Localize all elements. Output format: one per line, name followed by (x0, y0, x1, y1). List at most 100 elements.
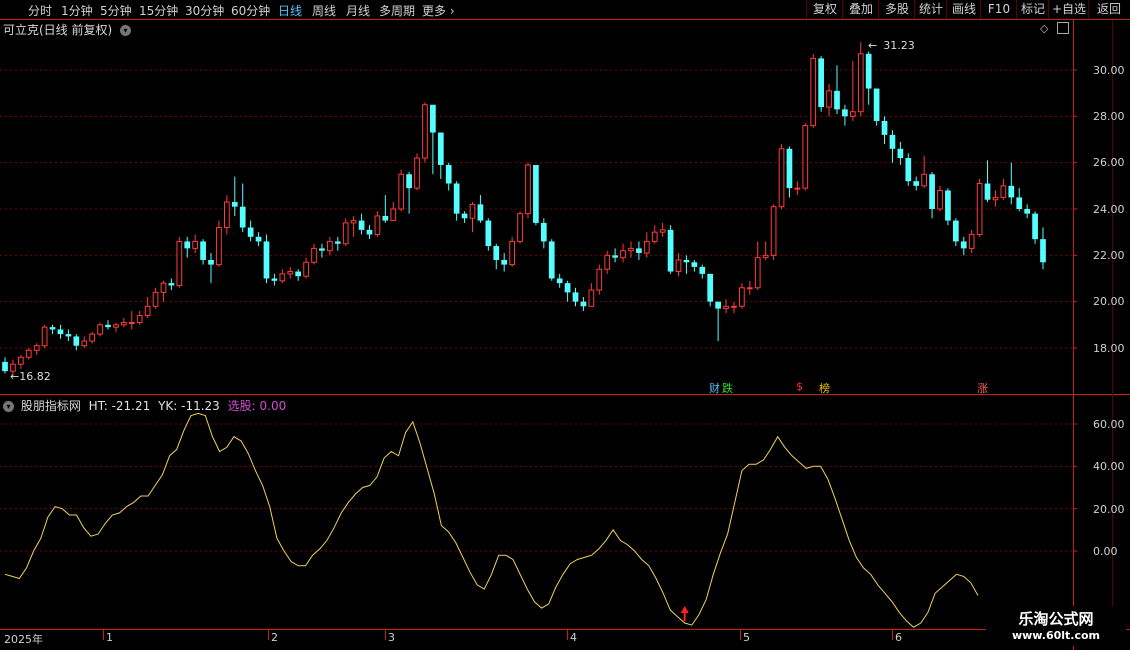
candle-body-down (319, 248, 325, 251)
candle-body-down (1040, 239, 1046, 263)
candle-body-down (334, 241, 341, 244)
candle-body-up (596, 268, 603, 291)
candle-body-down (501, 259, 508, 265)
candle-body-up (136, 315, 143, 324)
candle-body-down (865, 53, 872, 89)
y-tick-label: 18.00 (1093, 342, 1125, 355)
event-marker-drop[interactable]: 跌 (722, 380, 733, 396)
indicator-y-tick: 20.00 (1093, 503, 1125, 516)
candle-body-up (826, 90, 832, 108)
candle-body-down (453, 183, 460, 214)
candle-body-down (2, 361, 8, 372)
candle-body-down (960, 241, 967, 249)
candle-body-down (905, 158, 912, 182)
event-marker-finance[interactable]: 财 (709, 380, 720, 396)
candle-body-up (390, 208, 397, 222)
candle-body-up (152, 291, 159, 307)
candlestick-series (2, 42, 1046, 376)
candle-body-down (247, 227, 254, 237)
candle-body-down (445, 164, 452, 184)
candle-body-down (715, 301, 721, 309)
chevron-down-icon[interactable]: ▾ (3, 401, 14, 412)
buy-signal-arrow-head (680, 605, 689, 613)
indicator-y-tick: 40.00 (1093, 460, 1125, 473)
candle-body-up (937, 189, 943, 210)
indicator-title: ▾ 股朋指标网 HT: -21.21 YK: -11.23 选股: 0.00 (3, 397, 286, 414)
candle-body-down (271, 278, 278, 281)
candle-body-down (818, 58, 824, 108)
candle-body-up (303, 261, 309, 277)
candle-body-down (208, 259, 214, 265)
candle-body-up (857, 53, 864, 113)
candle-body-down (548, 241, 555, 279)
candle-body-down (540, 222, 547, 242)
event-marker-dollar[interactable]: $ (796, 380, 803, 393)
candle-body-up (327, 240, 333, 252)
x-tick-month: 3 (388, 631, 395, 644)
candle-body-down (239, 206, 246, 228)
x-tick-month: 6 (895, 631, 902, 644)
candle-body-down (612, 255, 618, 258)
y-tick-label: 26.00 (1093, 156, 1125, 169)
candle-body-up (33, 345, 40, 351)
candle-body-down (691, 262, 698, 267)
candle-body-down (358, 220, 365, 230)
candle-body-up (81, 340, 88, 347)
x-tick-month: 5 (743, 631, 750, 644)
y-tick-label: 28.00 (1093, 110, 1125, 123)
candle-body-up (350, 220, 357, 224)
low-price-label: ←16.82 (10, 370, 51, 383)
candle-body-up (422, 104, 428, 159)
candle-body-up (287, 271, 294, 275)
candle-body-down (889, 134, 896, 149)
candle-body-down (1032, 213, 1038, 240)
candle-body-down (437, 132, 444, 165)
candle-body-down (430, 104, 436, 133)
candle-body-up (97, 324, 103, 335)
candle-body-down (366, 229, 373, 235)
candle-body-down (699, 266, 706, 274)
candle-body-up (398, 173, 405, 210)
chart-canvas (0, 19, 1130, 650)
candle-body-down (707, 273, 714, 302)
candle-body-up (311, 247, 317, 263)
candle-body-up (279, 273, 286, 282)
candle-body-down (842, 109, 848, 117)
candle-body-up (509, 240, 515, 266)
candle-body-up (810, 57, 817, 127)
candle-body-up (17, 356, 24, 365)
candle-body-up (121, 322, 127, 326)
candle-body-up (921, 173, 927, 187)
indicator-line (4, 412, 979, 628)
event-marker-rank[interactable]: 榜 (819, 380, 830, 396)
candle-body-up (659, 229, 666, 233)
candle-body-up (588, 289, 595, 307)
candle-body-up (192, 240, 199, 249)
candle-body-up (176, 240, 183, 286)
candle-body-down (881, 120, 888, 135)
x-tick-month: 2 (271, 631, 278, 644)
candle-body-down (461, 213, 468, 219)
x-tick-year: 2025年 (4, 633, 43, 646)
candle-body-up (469, 203, 476, 219)
candle-body-up (731, 305, 737, 308)
candle-body-up (525, 164, 531, 215)
candle-body-up (414, 157, 420, 189)
candle-body-down (477, 204, 484, 221)
candle-body-up (113, 324, 119, 328)
candle-body-down (1016, 197, 1023, 209)
indicator-series (4, 412, 979, 628)
candle-body-up (794, 187, 801, 190)
indicator-name: 股朋指标网 (20, 399, 81, 413)
candle-body-down (168, 283, 175, 286)
candle-body-up (144, 305, 151, 317)
indicator-yk-value: YK: -11.23 (158, 399, 220, 413)
indicator-xg-value: 选股: 0.00 (227, 399, 287, 413)
grid-lines (0, 69, 1077, 552)
candle-body-down (572, 292, 579, 302)
indicator-y-tick: 0.00 (1093, 545, 1118, 558)
candle-body-up (770, 206, 777, 256)
event-marker-rise[interactable]: 涨 (977, 380, 988, 396)
candle-body-down (73, 336, 80, 346)
candle-body-up (224, 201, 230, 229)
